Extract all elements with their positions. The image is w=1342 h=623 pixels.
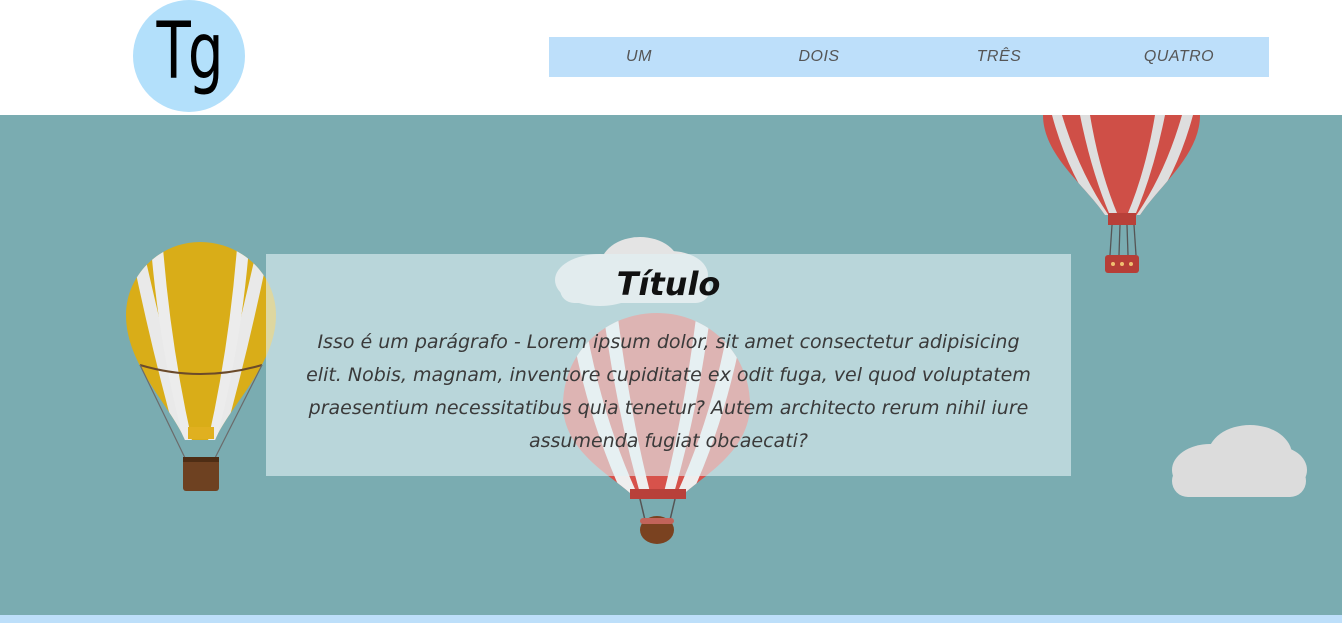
nav-item-um[interactable]: UM bbox=[549, 37, 729, 77]
logo[interactable]: Tg bbox=[133, 0, 245, 112]
hero-paragraph: Isso é um parágrafo - Lorem ipsum dolor,… bbox=[306, 331, 1031, 452]
nav-item-quatro[interactable]: QUATRO bbox=[1089, 37, 1269, 77]
hero-card: Título Isso é um parágrafo - Lorem ipsum… bbox=[266, 254, 1071, 476]
hero-section: Título Isso é um parágrafo - Lorem ipsum… bbox=[0, 115, 1342, 615]
page-header: Tg UM DOIS TRÊS QUATRO bbox=[0, 0, 1342, 115]
main-nav: UM DOIS TRÊS QUATRO bbox=[549, 37, 1269, 77]
cloud-illustration bbox=[1172, 425, 1307, 497]
logo-text: Tg bbox=[156, 7, 224, 97]
nav-item-tres[interactable]: TRÊS bbox=[909, 37, 1089, 77]
red-balloon-illustration bbox=[1043, 115, 1200, 273]
yellow-balloon-illustration bbox=[126, 242, 276, 491]
footer-bar bbox=[0, 615, 1342, 623]
nav-item-dois[interactable]: DOIS bbox=[729, 37, 909, 77]
hero-title: Título bbox=[616, 265, 721, 303]
